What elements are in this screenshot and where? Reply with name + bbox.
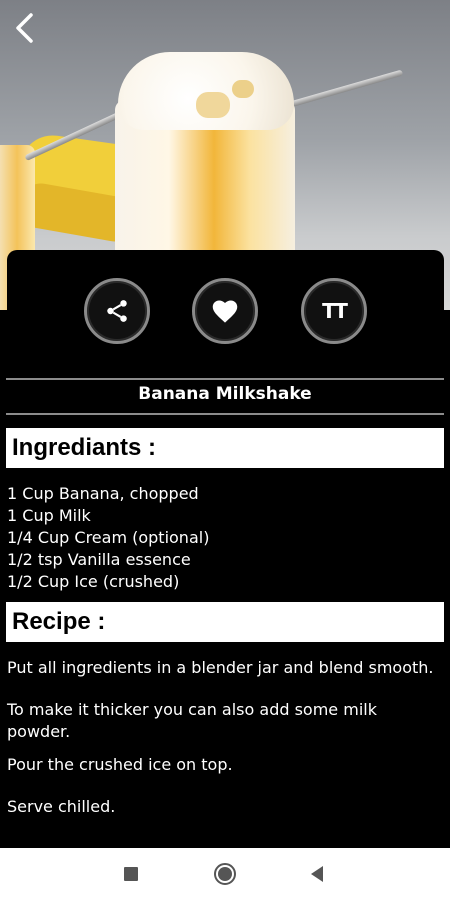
ingredient-item: 1/2 Cup Ice (crushed) — [7, 572, 180, 591]
recipe-steps: Put all ingredients in a blender jar and… — [7, 657, 443, 818]
divider — [6, 378, 444, 380]
favorite-button[interactable] — [192, 278, 258, 344]
text-size-icon: TT — [322, 299, 348, 323]
recipe-heading: Recipe : — [6, 602, 444, 642]
chevron-left-icon — [16, 13, 33, 43]
recipe-step: Serve chilled. — [7, 797, 116, 816]
ingredient-item: 1 Cup Milk — [7, 506, 91, 525]
whipped-cream-shape — [118, 52, 294, 130]
ingredient-item: 1 Cup Banana, chopped — [7, 484, 199, 503]
heart-icon — [212, 300, 238, 323]
home-button[interactable] — [195, 848, 255, 900]
recipe-step: Put all ingredients in a blender jar and… — [7, 658, 434, 677]
triangle-back-icon — [311, 866, 323, 882]
recipe-title: Banana Milkshake — [138, 384, 312, 404]
text-size-button[interactable]: TT — [301, 278, 367, 344]
square-icon — [124, 867, 138, 881]
action-bar: TT — [0, 278, 450, 346]
ingredients-heading: Ingrediants : — [6, 428, 444, 468]
recipe-step: Pour the crushed ice on top. — [7, 755, 233, 774]
divider — [6, 413, 444, 415]
ingredient-item: 1/4 Cup Cream (optional) — [7, 528, 210, 547]
recent-apps-button[interactable] — [101, 848, 161, 900]
ingredient-item: 1/2 tsp Vanilla essence — [7, 550, 191, 569]
back-button[interactable] — [6, 8, 42, 48]
circle-icon — [214, 863, 236, 885]
share-icon — [107, 300, 127, 322]
share-button[interactable] — [84, 278, 150, 344]
ingredients-list: 1 Cup Banana, chopped 1 Cup Milk 1/4 Cup… — [7, 483, 443, 593]
system-nav-bar — [0, 848, 450, 900]
banana-slice-shape — [196, 92, 230, 118]
recipe-step: To make it thicker you can also add some… — [7, 700, 377, 741]
banana-slice-shape — [232, 80, 254, 98]
nav-back-button[interactable] — [287, 848, 347, 900]
